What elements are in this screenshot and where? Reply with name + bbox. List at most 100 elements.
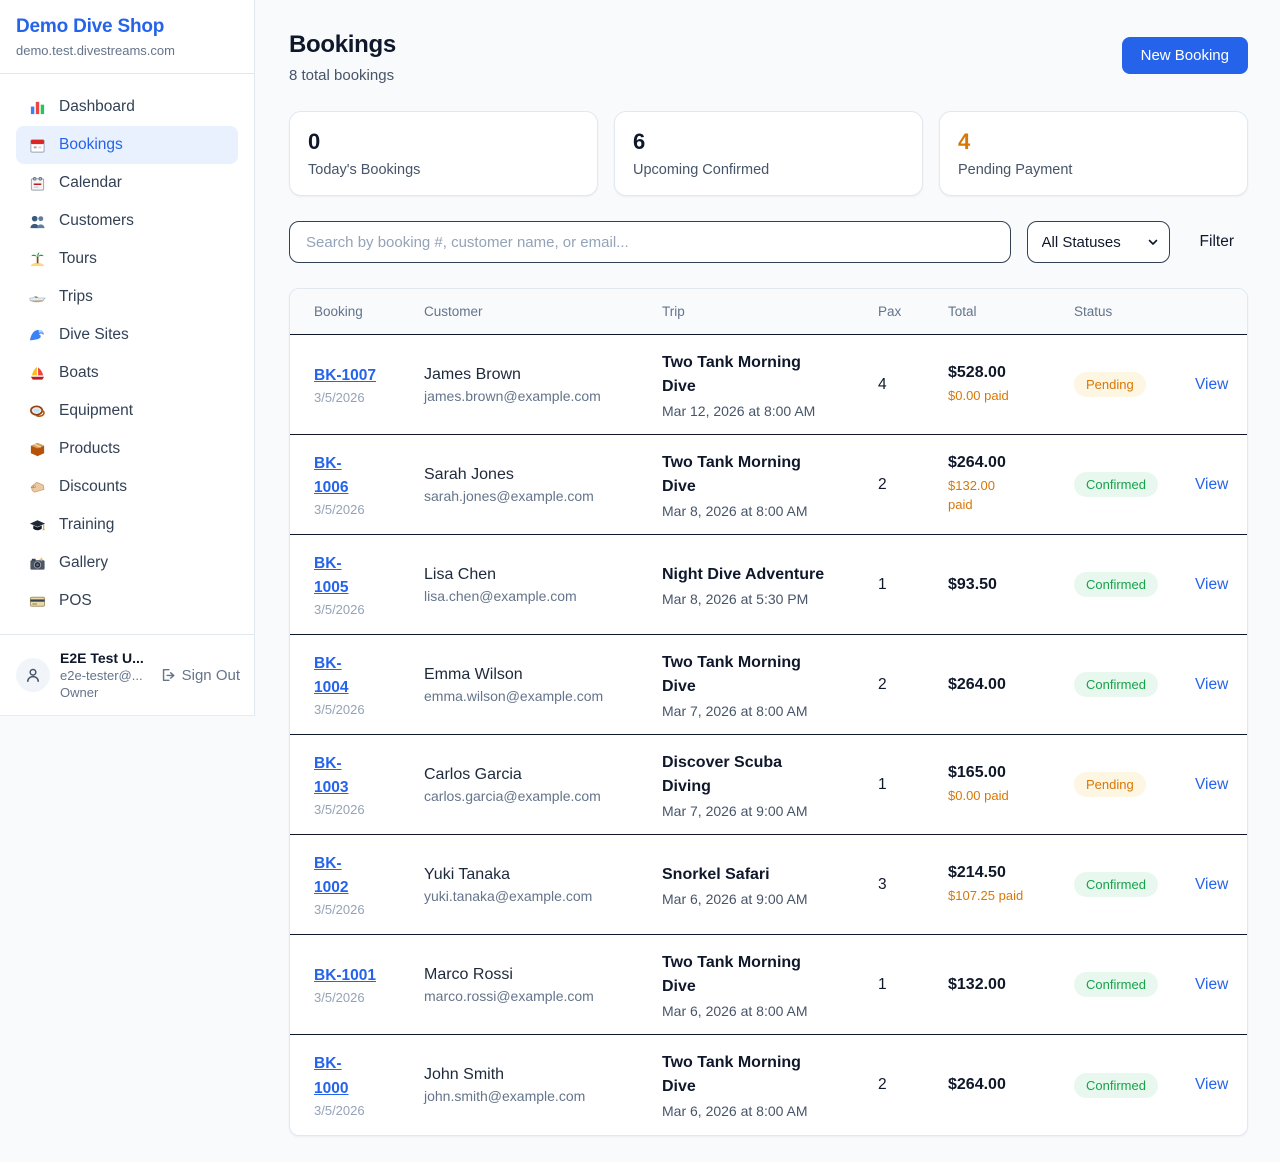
view-link[interactable]: View xyxy=(1195,876,1228,893)
sidebar-item-tours[interactable]: Tours xyxy=(16,240,238,278)
table-header-row: Booking Customer Trip Pax Total Status xyxy=(290,289,1247,335)
table-row: BK- 1004 3/5/2026 Emma Wilson emma.wilso… xyxy=(290,635,1247,735)
status-cell: Confirmed xyxy=(1074,1059,1195,1112)
customer-name: Sarah Jones xyxy=(424,466,654,484)
trip-cell: Two Tank Morning Dive Mar 12, 2026 at 8:… xyxy=(662,337,878,433)
status-cell: Confirmed xyxy=(1074,958,1195,1011)
column-header-status: Status xyxy=(1074,289,1195,334)
booking-date: 3/5/2026 xyxy=(314,902,416,917)
amount-paid: $107.25 paid xyxy=(948,887,1066,906)
booking-id-link[interactable]: BK- 1000 xyxy=(314,1055,348,1096)
credit-card-icon xyxy=(28,592,46,610)
sidebar-item-gallery[interactable]: Gallery xyxy=(16,544,238,582)
view-link[interactable]: View xyxy=(1195,576,1228,593)
search-input[interactable] xyxy=(289,221,1011,263)
booking-cell: BK-1001 3/5/2026 xyxy=(314,950,424,1019)
amount-paid: $132.00 paid xyxy=(948,477,1066,515)
sidebar-item-customers[interactable]: Customers xyxy=(16,202,238,240)
sidebar-item-pos[interactable]: POS xyxy=(16,582,238,620)
booking-id-link[interactable]: BK- 1003 xyxy=(314,755,348,796)
view-link[interactable]: View xyxy=(1195,376,1228,393)
stat-label: Upcoming Confirmed xyxy=(633,162,904,178)
pax-cell: 1 xyxy=(878,962,948,1008)
view-link[interactable]: View xyxy=(1195,976,1228,993)
sidebar-item-boats[interactable]: Boats xyxy=(16,354,238,392)
stat-value: 6 xyxy=(633,129,904,155)
actions-cell: View xyxy=(1195,462,1236,508)
total-cell: $264.00 xyxy=(948,662,1074,708)
customer-name: Yuki Tanaka xyxy=(424,866,654,884)
trip-name: Two Tank Morning Dive xyxy=(662,451,870,499)
total-amount: $264.00 xyxy=(948,676,1066,694)
sidebar: Demo Dive Shop demo.test.divestreams.com… xyxy=(0,0,255,716)
amount-paid: $0.00 paid xyxy=(948,787,1066,806)
page-title: Bookings xyxy=(289,31,396,59)
sidebar-item-trips[interactable]: Trips xyxy=(16,278,238,316)
view-link[interactable]: View xyxy=(1195,676,1228,693)
sidebar-item-dive-sites[interactable]: Dive Sites xyxy=(16,316,238,354)
main-content: Bookings 8 total bookings New Booking 0 … xyxy=(256,0,1280,1136)
total-cell: $264.00 xyxy=(948,1062,1074,1108)
booking-id-link[interactable]: BK- 1004 xyxy=(314,655,348,696)
column-header-total: Total xyxy=(948,289,1074,334)
sidebar-item-products[interactable]: Products xyxy=(16,430,238,468)
status-badge: Pending xyxy=(1074,372,1146,397)
brand: Demo Dive Shop demo.test.divestreams.com xyxy=(0,0,254,74)
booking-date: 3/5/2026 xyxy=(314,990,416,1005)
total-amount: $165.00 xyxy=(948,764,1066,782)
customer-email: john.smith@example.com xyxy=(424,1088,654,1104)
new-booking-button[interactable]: New Booking xyxy=(1122,37,1248,74)
trip-name: Two Tank Morning Dive xyxy=(662,951,870,999)
camera-icon xyxy=(28,554,46,572)
sidebar-item-bookings[interactable]: Bookings xyxy=(16,126,238,164)
booking-cell: BK- 1004 3/5/2026 xyxy=(314,638,424,731)
booking-id-link[interactable]: BK-1001 xyxy=(314,967,376,984)
view-link[interactable]: View xyxy=(1195,476,1228,493)
view-link[interactable]: View xyxy=(1195,1076,1228,1093)
sidebar-item-label: Bookings xyxy=(59,136,123,154)
sidebar-item-discounts[interactable]: Discounts xyxy=(16,468,238,506)
table-row: BK-1001 3/5/2026 Marco Rossi marco.rossi… xyxy=(290,935,1247,1035)
view-link[interactable]: View xyxy=(1195,776,1228,793)
sidebar-item-calendar[interactable]: Calendar xyxy=(16,164,238,202)
customer-cell: James Brown james.brown@example.com xyxy=(424,352,662,418)
bar-chart-icon xyxy=(28,98,46,116)
customer-email: sarah.jones@example.com xyxy=(424,488,654,504)
customer-name: Lisa Chen xyxy=(424,566,654,584)
customer-email: lisa.chen@example.com xyxy=(424,588,654,604)
booking-id-link[interactable]: BK- 1002 xyxy=(314,855,348,896)
booking-cell: BK- 1005 3/5/2026 xyxy=(314,538,424,631)
booking-cell: BK- 1006 3/5/2026 xyxy=(314,438,424,531)
column-header-pax: Pax xyxy=(878,289,948,334)
booking-id-link[interactable]: BK-1007 xyxy=(314,367,376,384)
column-header-booking: Booking xyxy=(314,289,424,334)
sidebar-item-equipment[interactable]: Equipment xyxy=(16,392,238,430)
booking-cell: BK-1007 3/5/2026 xyxy=(314,350,424,419)
customer-email: marco.rossi@example.com xyxy=(424,988,654,1004)
booking-id-link[interactable]: BK- 1005 xyxy=(314,555,348,596)
customer-name: Carlos Garcia xyxy=(424,766,654,784)
status-filter-select[interactable]: All Statuses xyxy=(1027,221,1170,263)
pax-cell: 2 xyxy=(878,1062,948,1108)
pax-cell: 1 xyxy=(878,762,948,808)
table-row: BK- 1000 3/5/2026 John Smith john.smith@… xyxy=(290,1035,1247,1135)
trip-datetime: Mar 6, 2026 at 8:00 AM xyxy=(662,1003,870,1019)
sidebar-item-training[interactable]: Training xyxy=(16,506,238,544)
trip-name: Snorkel Safari xyxy=(662,863,870,887)
island-icon xyxy=(28,250,46,268)
sidebar-item-dashboard[interactable]: Dashboard xyxy=(16,88,238,126)
stat-card-upcoming-confirmed: 6 Upcoming Confirmed xyxy=(614,111,923,196)
booking-date: 3/5/2026 xyxy=(314,602,416,617)
sign-out-button[interactable]: Sign Out xyxy=(160,667,240,684)
booking-id-link[interactable]: BK- 1006 xyxy=(314,455,348,496)
sidebar-item-label: Equipment xyxy=(59,402,133,420)
trip-datetime: Mar 7, 2026 at 8:00 AM xyxy=(662,703,870,719)
filter-button[interactable]: Filter xyxy=(1186,233,1248,251)
total-cell: $214.50 $107.25 paid xyxy=(948,850,1074,920)
total-cell: $528.00 $0.00 paid xyxy=(948,350,1074,420)
total-amount: $264.00 xyxy=(948,454,1066,472)
person-icon xyxy=(24,666,42,684)
actions-cell: View xyxy=(1195,662,1236,708)
booking-cell: BK- 1000 3/5/2026 xyxy=(314,1038,424,1131)
stat-card-pending-payment: 4 Pending Payment xyxy=(939,111,1248,196)
